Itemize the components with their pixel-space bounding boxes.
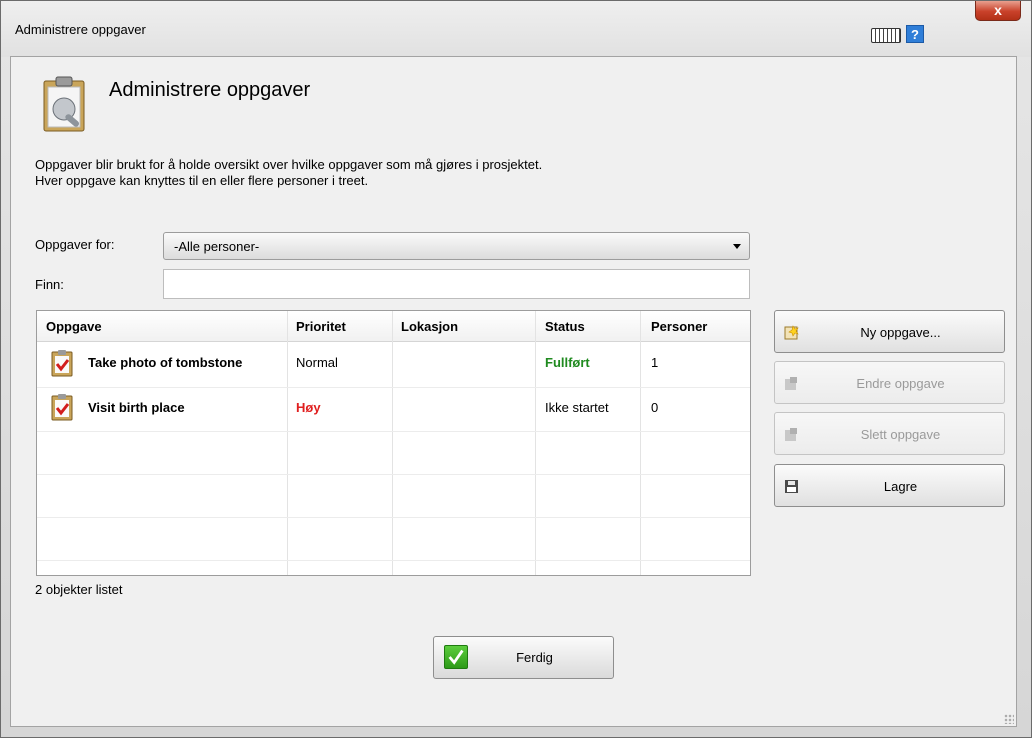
column-header-location[interactable]: Lokasjon [401, 319, 458, 334]
row-divider [37, 474, 750, 475]
task-done-icon [51, 350, 73, 377]
task-done-icon [51, 394, 73, 421]
edit-task-label: Endre oppgave [856, 376, 945, 391]
task-priority: Høy [296, 400, 321, 415]
task-status: Ikke startet [545, 400, 609, 415]
page-title: Administrere oppgaver [109, 79, 311, 101]
task-status: Fullført [545, 355, 590, 370]
item-count: 2 objekter listet [35, 582, 123, 597]
window-title: Administrere oppgaver [15, 22, 146, 37]
task-priority: Normal [296, 355, 338, 370]
column-divider [392, 311, 393, 575]
table-header: Oppgave Prioritet Lokasjon Status Person… [37, 311, 750, 342]
column-divider [640, 311, 641, 575]
resize-grip-icon[interactable] [1004, 714, 1014, 724]
column-divider [535, 311, 536, 575]
task-persons: 1 [651, 355, 659, 370]
description-line: Oppgaver blir brukt for å holde oversikt… [35, 157, 543, 172]
save-label: Lagre [883, 479, 918, 494]
delete-task-label: Slett oppgave [860, 427, 941, 442]
done-button[interactable]: Ferdig [433, 636, 614, 679]
close-button[interactable]: x [975, 1, 1021, 21]
description-line: Hver oppgave kan knyttes til en eller fl… [35, 173, 369, 188]
filter-label: Oppgaver for: [35, 237, 115, 252]
row-divider [37, 387, 750, 388]
title-bar: Administrere oppgaver ? x [1, 1, 1031, 57]
row-divider [37, 560, 750, 561]
delete-task-button[interactable]: Slett oppgave [774, 412, 1005, 455]
search-label: Finn: [35, 277, 64, 292]
clipboard-wrench-icon [43, 76, 85, 132]
task-name: Visit birth place [88, 400, 185, 415]
done-label: Ferdig [516, 650, 553, 665]
task-name: Take photo of tombstone [88, 355, 243, 370]
column-header-persons[interactable]: Personer [651, 319, 707, 334]
edit-task-button[interactable]: Endre oppgave [774, 361, 1005, 404]
chevron-down-icon [733, 244, 741, 249]
dialog-window: Administrere oppgaver ? x Administrere o… [0, 0, 1032, 738]
column-divider [287, 311, 288, 575]
search-input[interactable] [163, 269, 750, 299]
task-persons: 0 [651, 400, 659, 415]
help-icon[interactable]: ? [906, 25, 924, 43]
row-divider [37, 517, 750, 518]
new-task-button[interactable]: Ny oppgave... [774, 310, 1005, 353]
person-filter-value: -Alle personer- [174, 239, 260, 254]
keyboard-icon[interactable] [871, 28, 901, 43]
person-filter-select[interactable]: -Alle personer- [163, 232, 750, 260]
new-task-label: Ny oppgave... [860, 325, 941, 340]
description: Oppgaver blir brukt for å holde oversikt… [35, 157, 542, 189]
column-header-status[interactable]: Status [545, 319, 585, 334]
dialog-content: Administrere oppgaver Oppgaver blir bruk… [10, 56, 1017, 727]
column-header-priority[interactable]: Prioritet [296, 319, 346, 334]
row-divider [37, 431, 750, 432]
save-button[interactable]: Lagre [774, 464, 1005, 507]
task-table[interactable]: Oppgave Prioritet Lokasjon Status Person… [36, 310, 751, 576]
column-header-task[interactable]: Oppgave [46, 319, 102, 334]
